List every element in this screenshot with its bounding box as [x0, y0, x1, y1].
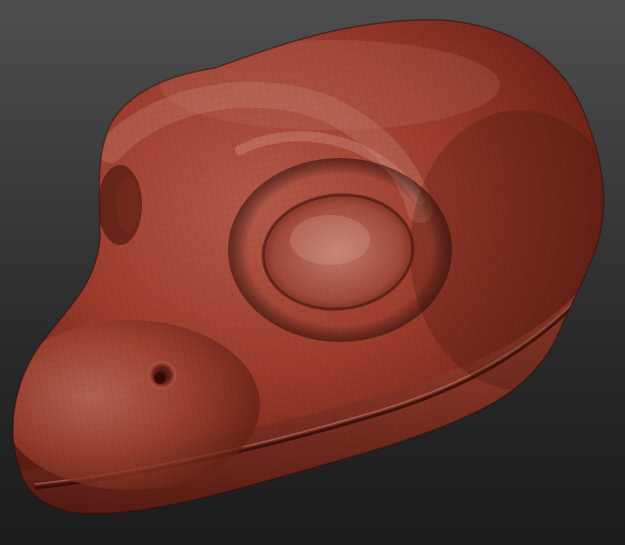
head-mesh — [12, 19, 605, 515]
sculpt-render — [12, 19, 605, 515]
viewport-canvas[interactable] — [0, 0, 625, 545]
